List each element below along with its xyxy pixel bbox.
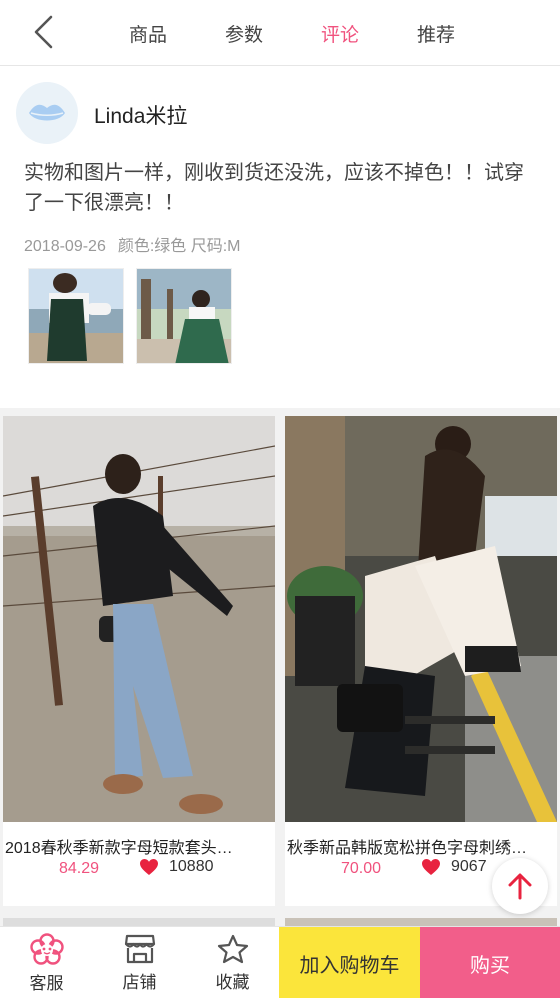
favorite-label: 收藏 — [215, 972, 250, 992]
product-price: 70.00 — [341, 860, 382, 877]
back-button[interactable] — [28, 14, 58, 50]
avatar[interactable] — [16, 82, 78, 144]
tab-product[interactable]: 商品 — [100, 0, 196, 66]
product-card[interactable]: 秋季新品韩版宽松拼色字母刺绣… 70.00 9067 — [285, 416, 557, 906]
customer-service-button[interactable]: 客服 — [0, 927, 93, 998]
arrow-up-icon — [508, 873, 532, 900]
review-card: Linda米拉 实物和图片一样，刚收到货还没洗，应该不掉色！！试穿了一下很漂亮！… — [0, 66, 560, 408]
review-text: 实物和图片一样，刚收到货还没洗，应该不掉色！！试穿了一下很漂亮！！ — [24, 162, 524, 214]
review-photo[interactable] — [136, 268, 232, 364]
product-image[interactable] — [3, 416, 275, 822]
product-price: 84.29 — [59, 860, 100, 877]
product-likes: 9067 — [421, 858, 487, 876]
like-count: 10880 — [169, 858, 214, 875]
tab-params[interactable]: 参数 — [196, 0, 292, 66]
product-title: 2018春秋季新款字母短款套头… — [5, 840, 233, 857]
lips-avatar-icon — [29, 104, 65, 121]
review-meta: 2018-09-26 颜色:绿色 尺码:M — [24, 232, 241, 256]
heart-icon — [140, 859, 158, 875]
product-card[interactable]: 2018春秋季新款字母短款套头… 84.29 10880 — [3, 416, 275, 906]
product-image[interactable] — [285, 416, 557, 822]
favorite-button[interactable]: 收藏 — [186, 927, 279, 998]
customer-service-label: 客服 — [29, 973, 64, 993]
reviewer-name: Linda米拉 — [94, 105, 188, 128]
review-specs: 颜色:绿色 尺码:M — [117, 238, 241, 255]
store-icon — [124, 934, 155, 963]
scroll-to-top-button[interactable] — [492, 858, 548, 914]
review-photo[interactable] — [28, 268, 124, 364]
add-to-cart-button[interactable]: 加入购物车 — [279, 927, 420, 998]
chevron-left-icon — [34, 15, 53, 49]
top-nav-bar: 商品 参数 评论 推荐 — [0, 0, 560, 66]
buy-now-button[interactable]: 购买 — [420, 927, 560, 998]
like-count: 9067 — [451, 858, 487, 875]
bottom-action-bar: 客服 店铺 收藏 加入购物车 购买 — [0, 926, 560, 998]
product-likes: 10880 — [139, 858, 214, 876]
flower-icon — [29, 932, 64, 965]
tab-bar: 商品 参数 评论 推荐 — [100, 0, 484, 66]
star-icon — [217, 934, 248, 963]
shop-label: 店铺 — [122, 972, 157, 992]
tab-reviews[interactable]: 评论 — [292, 0, 388, 66]
shop-button[interactable]: 店铺 — [93, 927, 186, 998]
tab-recommend[interactable]: 推荐 — [388, 0, 484, 66]
product-title: 秋季新品韩版宽松拼色字母刺绣… — [287, 840, 528, 857]
review-date: 2018-09-26 — [24, 238, 106, 255]
heart-icon — [422, 859, 440, 875]
review-photos — [28, 268, 232, 364]
